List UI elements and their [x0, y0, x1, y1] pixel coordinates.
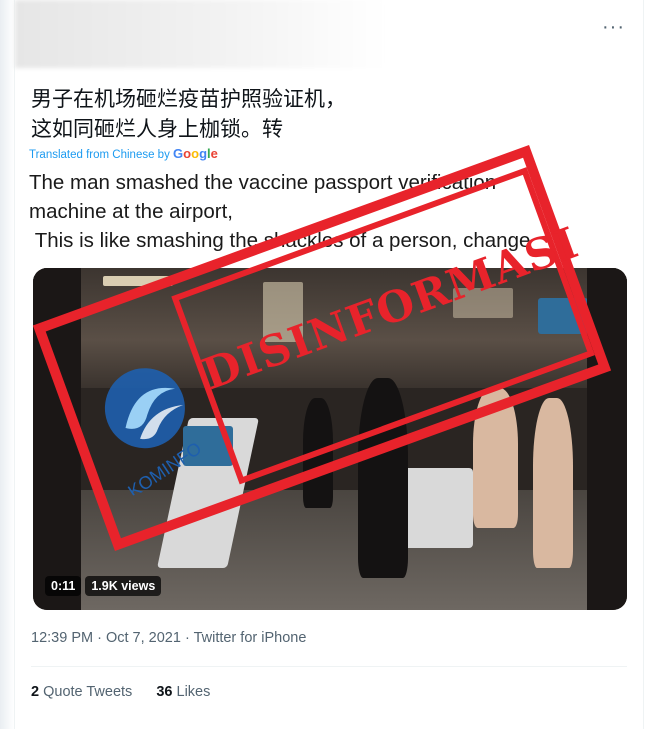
- likes-label: Likes: [172, 684, 211, 700]
- video-scene-person: [533, 398, 573, 568]
- video-scene-screen: [538, 298, 588, 334]
- translation-attribution[interactable]: Translated from Chinese by Google: [29, 146, 218, 161]
- tweet-text-original-line2: 这如同砸烂人身上枷锁。转: [31, 117, 283, 141]
- video-scene-cart: [403, 468, 473, 548]
- meta-separator: ·: [93, 630, 106, 646]
- quote-tweets-label: Quote Tweets: [39, 684, 133, 700]
- video-scene-light: [263, 282, 303, 342]
- video-views-badge: 1.9K views: [85, 576, 162, 596]
- tweet-text-translated: The man smashed the vaccine passport ver…: [29, 171, 531, 252]
- video-scene-person: [358, 378, 408, 578]
- tweet-date[interactable]: Oct 7, 2021: [106, 630, 181, 646]
- video-scene-person: [473, 388, 518, 528]
- blurred-author-header: [15, 0, 385, 68]
- quote-tweets-count: 2: [31, 684, 40, 700]
- video-scene-kiosk-screen: [183, 426, 233, 466]
- video-duration-badge: 0:11: [45, 576, 82, 596]
- video-scene-edge: [587, 268, 627, 610]
- video-scene-light: [103, 276, 173, 286]
- likes-count: 36: [156, 684, 173, 700]
- engagement-stats: 2 Quote Tweets 36 Likes: [31, 684, 230, 700]
- likes-link[interactable]: 36 Likes: [156, 684, 210, 700]
- video-scene-person: [303, 398, 333, 508]
- video-badges: 0:11 1.9K views: [45, 576, 162, 596]
- video-scene-light: [453, 288, 513, 318]
- translation-label: Translated from Chinese by: [29, 149, 174, 161]
- tweet-text-original-line1: 男子在机场砸烂疫苗护照验证机，: [31, 87, 346, 111]
- google-logo: Google: [173, 146, 218, 161]
- tweet-text-original: 男子在机场砸烂疫苗护照验证机， 这如同砸烂人身上枷锁。转: [31, 84, 591, 144]
- more-options-button[interactable]: ···: [602, 16, 625, 39]
- divider: [31, 666, 627, 667]
- tweet-time[interactable]: 12:39 PM: [31, 630, 93, 646]
- video-player[interactable]: [33, 268, 627, 610]
- tweet-card: ··· 男子在机场砸烂疫苗护照验证机， 这如同砸烂人身上枷锁。转 Transla…: [14, 0, 644, 729]
- quote-tweets-link[interactable]: 2 Quote Tweets: [31, 684, 132, 700]
- tweet-source[interactable]: Twitter for iPhone: [194, 630, 307, 646]
- video-scene-edge: [33, 268, 81, 610]
- tweet-timestamp-line: 12:39 PM · Oct 7, 2021 · Twitter for iPh…: [31, 630, 306, 646]
- page-edge: [0, 0, 14, 729]
- meta-separator: ·: [180, 630, 194, 646]
